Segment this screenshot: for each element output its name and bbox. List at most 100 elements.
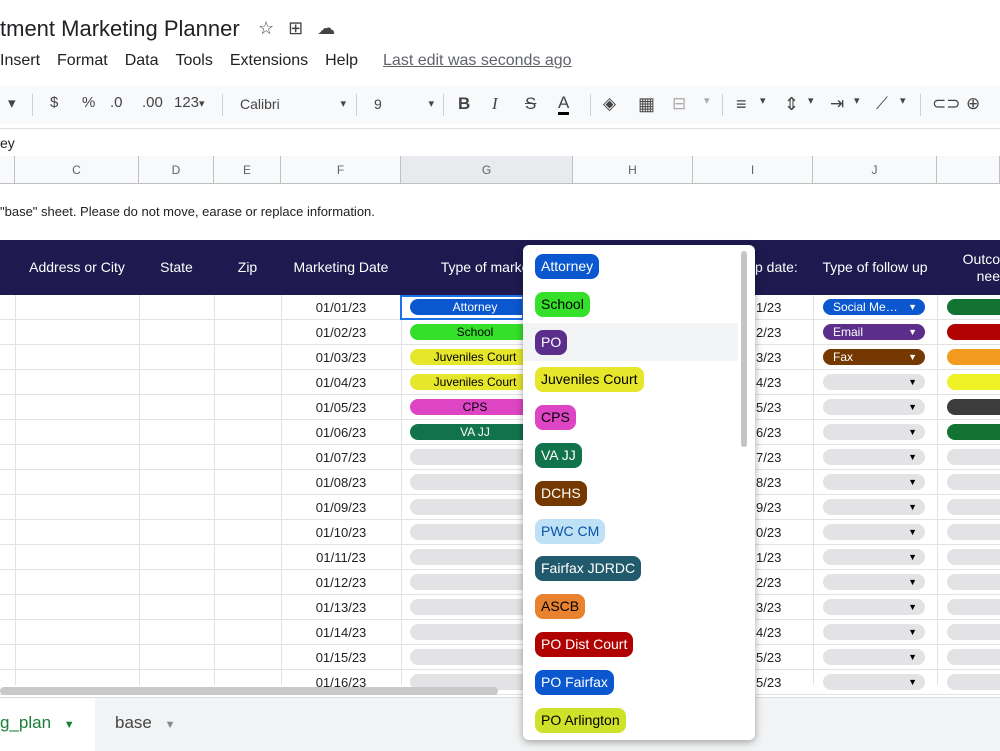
chevron-down-icon[interactable]: ▾ (760, 94, 766, 107)
cloud-status-icon[interactable]: ☁ (317, 18, 335, 39)
type-of-followup-chip[interactable]: ▼ (823, 499, 925, 515)
marketing-date-cell[interactable]: 01/11/23 (281, 545, 401, 570)
followup-date-cell[interactable]: 9/23 (756, 495, 781, 520)
dropdown-option[interactable]: Fairfax JDRDC (523, 549, 738, 587)
type-of-followup-chip[interactable]: ▼ (823, 649, 925, 665)
decrease-decimal-button[interactable]: .0 (110, 94, 123, 111)
type-of-followup-chip[interactable]: ▼ (823, 474, 925, 490)
outcome-chip[interactable] (947, 599, 1000, 615)
dropdown-option[interactable]: PO Fairfax (523, 663, 738, 701)
marketing-date-cell[interactable]: 01/06/23 (281, 420, 401, 445)
dropdown-option[interactable]: PWC CM (523, 512, 738, 550)
marketing-date-cell[interactable]: 01/01/23 (281, 295, 401, 320)
header-followup-date[interactable]: p date: (755, 240, 813, 295)
followup-date-cell[interactable]: 3/23 (756, 595, 781, 620)
type-of-followup-chip[interactable]: ▼ (823, 574, 925, 590)
menu-insert[interactable]: Insert (0, 52, 40, 70)
type-of-marketing-chip[interactable] (410, 599, 540, 615)
header-outcome[interactable]: Outco nee (937, 240, 1000, 295)
followup-date-cell[interactable]: 4/23 (756, 620, 781, 645)
outcome-chip[interactable] (947, 474, 1000, 490)
type-of-marketing-chip[interactable] (410, 624, 540, 640)
type-of-followup-chip[interactable]: Fax ▼ (823, 349, 925, 365)
type-of-followup-chip[interactable]: Social Me… ▼ (823, 299, 925, 315)
menu-data[interactable]: Data (125, 52, 159, 70)
marketing-date-cell[interactable]: 01/14/23 (281, 620, 401, 645)
followup-date-cell[interactable]: 6/23 (756, 420, 781, 445)
header-state[interactable]: State (139, 240, 214, 295)
outcome-chip[interactable] (947, 574, 1000, 590)
outcome-chip[interactable] (947, 299, 1000, 315)
followup-date-cell[interactable]: 1/23 (756, 295, 781, 320)
type-of-followup-chip[interactable]: ▼ (823, 399, 925, 415)
followup-date-cell[interactable]: 3/23 (756, 345, 781, 370)
header-zip[interactable]: Zip (214, 240, 281, 295)
dropdown-option[interactable]: CPS (523, 398, 738, 436)
followup-date-cell[interactable]: 5/23 (756, 645, 781, 670)
font-size-select[interactable]: 9 ▾ (374, 92, 434, 116)
sheet-tab-active[interactable]: g_plan ▼ (0, 698, 95, 751)
increase-decimal-button[interactable]: .00 (142, 94, 163, 111)
move-folder-icon[interactable]: ⊞ (288, 18, 303, 39)
menu-format[interactable]: Format (57, 52, 108, 70)
type-of-followup-chip[interactable]: ▼ (823, 674, 925, 690)
column-header-c[interactable]: C (15, 156, 139, 184)
outcome-chip[interactable] (947, 349, 1000, 365)
marketing-date-cell[interactable]: 01/07/23 (281, 445, 401, 470)
followup-date-cell[interactable]: 2/23 (756, 570, 781, 595)
marketing-date-cell[interactable]: 01/10/23 (281, 520, 401, 545)
dropdown-option[interactable]: PO Arlington (523, 701, 738, 739)
type-of-followup-chip[interactable]: ▼ (823, 549, 925, 565)
strikethrough-button[interactable]: S (525, 94, 536, 114)
type-of-marketing-chip[interactable] (410, 449, 540, 465)
outcome-chip[interactable] (947, 499, 1000, 515)
header-address[interactable]: Address or City (15, 240, 139, 295)
followup-date-cell[interactable]: 5/23 (756, 395, 781, 420)
outcome-chip[interactable] (947, 424, 1000, 440)
bold-button[interactable]: B (458, 94, 470, 114)
sheet-tab-base[interactable]: base ▼ (115, 698, 176, 751)
chevron-down-icon[interactable]: ▾ (900, 94, 906, 107)
column-header-f[interactable]: F (281, 156, 401, 184)
font-family-select[interactable]: Calibri ▾ (240, 92, 346, 116)
marketing-date-cell[interactable]: 01/02/23 (281, 320, 401, 345)
outcome-chip[interactable] (947, 324, 1000, 340)
last-edit-link[interactable]: Last edit was seconds ago (383, 52, 572, 70)
insert-comment-icon[interactable]: ⊕ (966, 94, 980, 114)
borders-icon[interactable]: ▦ (638, 94, 655, 115)
insert-link-icon[interactable]: ⊂⊃ (932, 94, 961, 114)
dropdown-option[interactable]: Juveniles Court (523, 360, 738, 398)
type-of-marketing-chip[interactable] (410, 474, 540, 490)
text-rotation-icon[interactable]: ⟋ (876, 94, 888, 114)
dropdown-scrollbar[interactable] (741, 251, 747, 447)
currency-format-button[interactable]: $ (50, 94, 58, 111)
marketing-date-cell[interactable]: 01/04/23 (281, 370, 401, 395)
type-of-marketing-chip[interactable] (410, 524, 540, 540)
percent-format-button[interactable]: % (82, 94, 95, 111)
chevron-down-icon[interactable]: ▾ (8, 94, 16, 112)
dropdown-option[interactable]: PO (523, 322, 738, 361)
text-color-button[interactable]: A (558, 94, 570, 115)
text-wrapping-icon[interactable]: ⇥ (830, 94, 844, 114)
type-of-followup-chip[interactable]: ▼ (823, 624, 925, 640)
outcome-chip[interactable] (947, 524, 1000, 540)
column-header-k[interactable] (937, 156, 1000, 184)
type-of-marketing-chip[interactable]: CPS (410, 399, 540, 415)
type-of-marketing-chip[interactable] (410, 549, 540, 565)
chevron-down-icon[interactable]: ▾ (704, 94, 710, 107)
marketing-date-cell[interactable]: 01/05/23 (281, 395, 401, 420)
marketing-date-cell[interactable]: 01/09/23 (281, 495, 401, 520)
type-of-followup-chip[interactable]: ▼ (823, 424, 925, 440)
merge-cells-icon[interactable]: ⊟ (672, 94, 686, 114)
dropdown-option[interactable]: ASCB (523, 587, 738, 625)
dropdown-option[interactable]: PO Dist Court (523, 625, 738, 663)
type-of-followup-chip[interactable]: Email ▼ (823, 324, 925, 340)
followup-date-cell[interactable]: 1/23 (756, 545, 781, 570)
header-marketing-date[interactable]: Marketing Date (281, 240, 401, 295)
column-header-j[interactable]: J (813, 156, 937, 184)
type-of-marketing-chip[interactable]: Juveniles Court (410, 374, 540, 390)
followup-date-cell[interactable]: 0/23 (756, 520, 781, 545)
horizontal-align-icon[interactable]: ≡ (736, 94, 747, 115)
chevron-down-icon[interactable]: ▾ (808, 94, 814, 107)
outcome-chip[interactable] (947, 649, 1000, 665)
